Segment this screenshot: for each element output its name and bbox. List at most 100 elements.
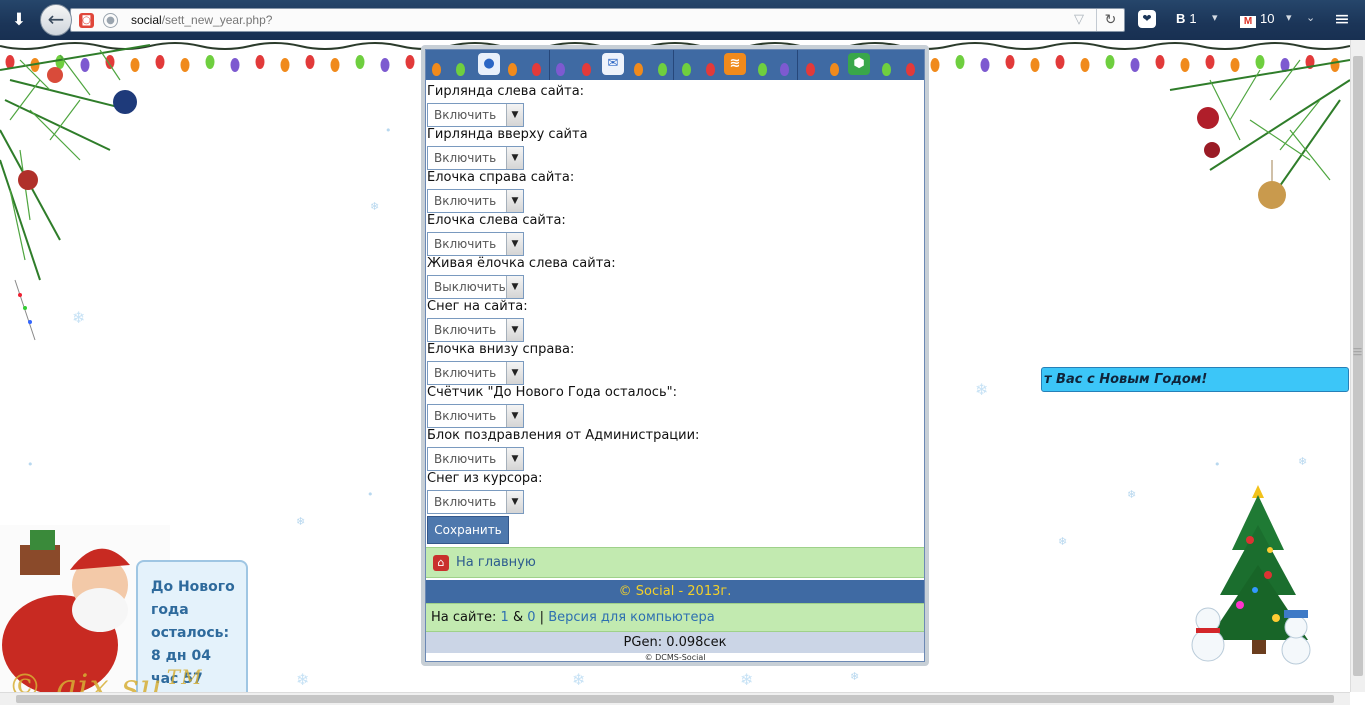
watermark: © gix.su TM	[8, 665, 203, 692]
hamburger-menu-icon[interactable]: ≡	[1334, 9, 1350, 29]
vertical-scrollbar[interactable]	[1350, 40, 1365, 692]
online-users-link[interactable]: 1	[501, 610, 509, 625]
garland-bulb-icon	[1105, 55, 1115, 69]
setting-select[interactable]: Включить ▼	[427, 318, 524, 342]
online-separator: |	[539, 610, 545, 625]
home-link-row[interactable]: ⌂ На главную	[426, 547, 924, 578]
setting-row: Снег из курсора: Включить ▼	[427, 471, 923, 514]
setting-label: Снег из курсора:	[427, 471, 543, 486]
snowflake-icon: •	[27, 458, 34, 471]
vk-extension-button[interactable]: B1	[1176, 11, 1197, 26]
vk-icon: B	[1176, 11, 1186, 26]
chevron-down-icon[interactable]: ▾	[1286, 11, 1292, 24]
setting-row: Ёлочка внизу справа: Включить ▼	[427, 342, 923, 385]
chevron-down-icon[interactable]: ▼	[506, 147, 523, 169]
garland-bulb-icon	[280, 58, 290, 72]
nav-item-shop[interactable]: ⬢	[798, 50, 924, 80]
countdown-line: До Нового	[151, 579, 235, 595]
bookmark-dropdown-icon[interactable]: ▽	[1074, 12, 1084, 27]
countdown-line: года	[151, 602, 189, 618]
page-generation-time: PGen: 0.098сек	[426, 632, 924, 653]
chevron-down-icon[interactable]: ▼	[506, 319, 523, 341]
garland-bulb-icon	[380, 58, 390, 72]
vertical-scrollbar-thumb[interactable]	[1353, 56, 1363, 676]
watermark-text: © gix.su	[8, 667, 163, 692]
url-text[interactable]: social/sett_new_year.php?	[131, 13, 272, 27]
snowflake-icon: ❄	[296, 515, 306, 528]
watermark-tm: TM	[166, 665, 203, 689]
horizontal-scrollbar[interactable]	[0, 692, 1350, 705]
chevron-down-icon[interactable]: ▾	[1212, 11, 1218, 24]
setting-select[interactable]: Включить ▼	[427, 146, 524, 170]
page-viewport: ❄ ❄ • ❄ ❄ ❄ ❄ ❄ ❄ ❄ ❄ ❄ • ❄ • ❄ • •	[0, 40, 1350, 692]
setting-select-value: Включить	[434, 409, 497, 423]
garland-bulb-icon	[634, 63, 643, 76]
snowflake-icon: ❄	[740, 670, 754, 689]
setting-row: Ёлочка справа сайта: Включить ▼	[427, 170, 923, 213]
snowflake-icon: ❄	[296, 670, 310, 689]
online-guests-link[interactable]: 0	[527, 610, 535, 625]
chevron-down-icon[interactable]: ▼	[506, 405, 523, 427]
home-link[interactable]: На главную	[456, 555, 536, 570]
shop-icon: ⬢	[848, 53, 870, 75]
setting-row: Снег на сайта: Включить ▼	[427, 299, 923, 342]
setting-select[interactable]: Включить ▼	[427, 189, 524, 213]
setting-select[interactable]: Включить ▼	[427, 103, 524, 127]
setting-select[interactable]: Включить ▼	[427, 232, 524, 256]
globe-icon[interactable]: ●	[103, 13, 118, 28]
chevron-down-icon[interactable]: ▼	[506, 362, 523, 384]
chevron-down-icon[interactable]: ▼	[506, 233, 523, 255]
setting-select-value: Включить	[434, 151, 497, 165]
garland-bulb-icon	[1130, 58, 1140, 72]
nav-item-mail[interactable]: ✉	[550, 50, 674, 80]
chevron-down-icon[interactable]: ⌄	[1306, 11, 1315, 24]
snowflake-icon: ❄	[1298, 455, 1308, 468]
setting-select[interactable]: Включить ▼	[427, 404, 524, 428]
setting-label: Ёлочка справа сайта:	[427, 170, 575, 185]
nav-item-profile[interactable]: ●	[426, 50, 550, 80]
chevron-down-icon[interactable]: ▼	[506, 104, 523, 126]
setting-label: Блок поздравления от Администрации:	[427, 428, 700, 443]
snowflake-icon: ❄	[1058, 535, 1068, 548]
garland-bulb-icon	[508, 63, 517, 76]
garland-bulb-icon	[305, 55, 315, 69]
setting-select[interactable]: Включить ▼	[427, 447, 524, 471]
setting-row: Ёлочка слева сайта: Включить ▼	[427, 213, 923, 256]
chevron-down-icon[interactable]: ▼	[506, 491, 523, 513]
reload-icon[interactable]: ↻	[1096, 9, 1124, 31]
garland-bulb-icon	[255, 55, 265, 69]
address-bar[interactable]: ◙ ● social/sett_new_year.php? ▽ ↻	[70, 8, 1125, 32]
nav-item-feed[interactable]: ≋	[674, 50, 798, 80]
desktop-version-link[interactable]: Версия для компьютера	[548, 610, 714, 625]
back-button[interactable]: ←	[40, 4, 72, 36]
engine-credit: © DCMS-Social	[644, 653, 706, 662]
greeting-ticker: т Вас с Новым Годом!	[1041, 367, 1349, 392]
horizontal-scrollbar-thumb[interactable]	[16, 695, 1334, 703]
setting-select-value: Включить	[434, 323, 497, 337]
chevron-down-icon[interactable]: ▼	[506, 448, 523, 470]
garland-bulb-icon	[230, 58, 240, 72]
gmail-extension-button[interactable]: M 10	[1240, 11, 1274, 28]
pocket-icon[interactable]: ❤	[1138, 10, 1156, 28]
christmas-tree-decoration	[1191, 485, 1311, 665]
setting-select-value: Включить	[434, 108, 497, 122]
setting-select[interactable]: Включить ▼	[427, 490, 524, 514]
setting-select-value: Включить	[434, 366, 497, 380]
snowflake-icon: ❄	[572, 670, 586, 689]
download-icon[interactable]: ⬇	[8, 9, 30, 31]
setting-select[interactable]: Выключить ▼	[427, 275, 524, 299]
save-button[interactable]: Сохранить	[427, 516, 509, 544]
chevron-down-icon[interactable]: ▼	[506, 276, 523, 298]
garland-bulb-icon	[456, 63, 465, 76]
garland-bulb-icon	[882, 63, 891, 76]
garland-bulb-icon	[432, 63, 441, 76]
mail-icon: ✉	[602, 53, 624, 75]
chevron-down-icon[interactable]: ▼	[506, 190, 523, 212]
setting-select[interactable]: Включить ▼	[427, 361, 524, 385]
url-path: /sett_new_year.php?	[161, 13, 273, 27]
garland-bulb-icon	[930, 58, 940, 72]
online-label: На сайте:	[431, 610, 497, 625]
snowflake-icon: •	[385, 124, 392, 137]
countdown-line: осталось:	[151, 625, 230, 641]
setting-select-value: Включить	[434, 237, 497, 251]
